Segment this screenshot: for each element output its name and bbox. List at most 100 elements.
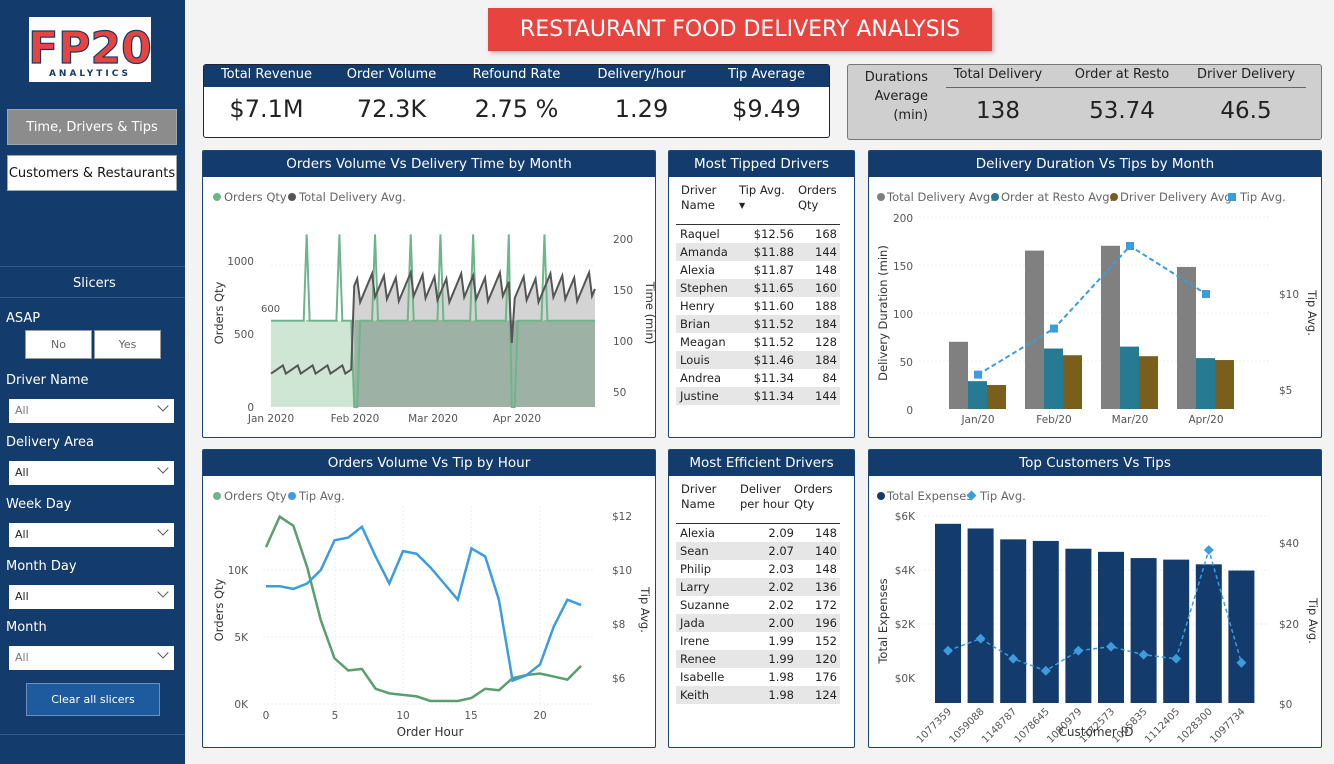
table-row[interactable]: Philip 2.03 148 bbox=[676, 560, 840, 578]
bar bbox=[1163, 559, 1190, 703]
table-row[interactable]: Alexia 2.09 148 bbox=[676, 524, 840, 542]
logo-subtext: ANALYTICS bbox=[49, 69, 131, 79]
bar bbox=[968, 381, 987, 409]
table-cell: Larry bbox=[680, 580, 710, 594]
header-driver-name[interactable]: Driver Name bbox=[681, 482, 716, 512]
driver-name-value: All bbox=[15, 404, 29, 417]
table-row[interactable]: Jada 2.00 196 bbox=[676, 614, 840, 632]
y2-tick: 150 bbox=[613, 285, 633, 297]
table-row[interactable]: Meagan $11.52 128 bbox=[676, 333, 840, 351]
reference-line-label: 600 bbox=[261, 304, 280, 315]
kpi-order-volume-value: 72.3K bbox=[356, 95, 427, 123]
tip-avg-point bbox=[1203, 545, 1214, 555]
orders-vs-tip-by-hour-card: Orders Volume Vs Tip by Hour Orders Qty … bbox=[202, 449, 656, 748]
y-tick: $6K bbox=[895, 511, 916, 523]
nav-customers-restaurants-button[interactable]: Customers & Restaurants bbox=[7, 155, 177, 191]
y-tick: 200 bbox=[893, 213, 913, 225]
table-cell: 184 bbox=[815, 353, 837, 367]
table-cell: Keith bbox=[680, 688, 710, 702]
legend-label: Total Expenses bbox=[886, 489, 972, 503]
table-row[interactable]: Isabelle 1.98 176 bbox=[676, 668, 840, 686]
table-row[interactable]: Keith 1.98 124 bbox=[676, 686, 840, 704]
table-cell: Brian bbox=[680, 317, 711, 331]
divider bbox=[0, 734, 185, 735]
table-row[interactable]: Andrea $11.34 84 bbox=[676, 369, 840, 387]
asap-no-button[interactable]: No bbox=[25, 330, 92, 359]
week-day-label: Week Day bbox=[6, 497, 72, 512]
top-customers-vs-tips-card: Top Customers Vs Tips Total Expenses Tip… bbox=[868, 449, 1322, 748]
y-tick: $0K bbox=[895, 673, 916, 685]
table-cell: 168 bbox=[815, 227, 837, 241]
header-orders-qty[interactable]: Orders Qty bbox=[798, 183, 837, 213]
month-value: All bbox=[15, 651, 29, 664]
kpi-refund-rate-value: 2.75 % bbox=[474, 95, 559, 123]
table-cell: 140 bbox=[815, 544, 837, 558]
table-cell: 84 bbox=[822, 371, 837, 385]
durations-panel: Durations Average (min) Total Delivery O… bbox=[847, 64, 1322, 140]
table-cell: Louis bbox=[680, 353, 710, 367]
kpi-label: Tip Average bbox=[728, 67, 805, 82]
table-cell: 144 bbox=[815, 389, 837, 403]
week-day-dropdown[interactable]: All bbox=[9, 523, 174, 547]
kpi-label: Total Revenue bbox=[220, 67, 313, 82]
bar bbox=[1101, 245, 1120, 409]
nav-time-drivers-tips-button[interactable]: Time, Drivers & Tips bbox=[7, 109, 177, 145]
divider bbox=[946, 87, 1306, 88]
bar bbox=[987, 385, 1006, 409]
header-orders-qty[interactable]: Orders Qty bbox=[794, 482, 833, 512]
y2-tick: $20 bbox=[1279, 619, 1299, 631]
y2-tick: $10 bbox=[1279, 289, 1299, 301]
header-deliver-per-hour[interactable]: Deliver per hour bbox=[740, 482, 789, 512]
table-cell: 1.98 bbox=[768, 670, 794, 684]
table-row[interactable]: Louis $11.46 184 bbox=[676, 351, 840, 369]
table-row[interactable]: Larry 2.02 136 bbox=[676, 578, 840, 596]
legend-marker bbox=[1110, 193, 1118, 201]
table-row[interactable]: Irene 1.99 152 bbox=[676, 632, 840, 650]
asap-yes-button[interactable]: Yes bbox=[94, 330, 161, 359]
y-tick: 0 bbox=[906, 405, 913, 417]
bar bbox=[935, 523, 961, 703]
month-day-dropdown[interactable]: All bbox=[9, 585, 174, 609]
most-tipped-drivers-table: Driver Name Tip Avg. ▼ Orders Qty Raquel $12… bbox=[676, 183, 840, 405]
driver-name-dropdown[interactable]: All bbox=[9, 399, 174, 423]
table-row[interactable]: Stephen $11.65 160 bbox=[676, 279, 840, 297]
y2-tick: 200 bbox=[613, 234, 633, 246]
table-row[interactable]: Renee 1.99 120 bbox=[676, 650, 840, 668]
asap-label: ASAP bbox=[6, 311, 41, 326]
most-tipped-drivers-card: Most Tipped Drivers Driver Name Tip Avg. ▼… bbox=[668, 150, 855, 438]
legend-marker bbox=[288, 492, 296, 500]
durations-label-line: Average bbox=[874, 89, 928, 104]
table-cell: 128 bbox=[815, 335, 837, 349]
y-tick: 5K bbox=[234, 632, 249, 644]
table-row[interactable]: Raquel $12.56 168 bbox=[676, 225, 840, 243]
y-axis-label: Orders Qty bbox=[212, 578, 226, 641]
header-driver-name[interactable]: Driver Name bbox=[681, 183, 716, 213]
legend-marker bbox=[991, 193, 999, 201]
month-dropdown[interactable]: All bbox=[9, 646, 174, 670]
delivery-area-dropdown[interactable]: All bbox=[9, 461, 174, 485]
y2-tick: $5 bbox=[1279, 385, 1292, 397]
table-row[interactable]: Alexia $11.87 148 bbox=[676, 261, 840, 279]
table-row[interactable]: Sean 2.07 140 bbox=[676, 542, 840, 560]
table-row[interactable]: Justine $11.34 144 bbox=[676, 387, 840, 405]
y-tick: 10K bbox=[228, 565, 249, 577]
legend-label: Total Delivery Avg. bbox=[298, 190, 406, 204]
table-cell: 2.00 bbox=[768, 616, 794, 630]
clear-all-slicers-button[interactable]: Clear all slicers bbox=[26, 683, 160, 716]
kpi-tip-average-value: $9.49 bbox=[732, 95, 801, 123]
header-tip-avg[interactable]: Tip Avg. ▼ bbox=[739, 183, 785, 213]
table-cell: $11.65 bbox=[753, 281, 794, 295]
chart-title: Orders Volume Vs Delivery Time by Month bbox=[203, 151, 655, 177]
logo-graphic: FP20 FP20 ANALYTICS bbox=[28, 22, 153, 79]
table-row[interactable]: Brian $11.52 184 bbox=[676, 315, 840, 333]
table-row[interactable]: Amanda $11.88 144 bbox=[676, 243, 840, 261]
chart-title: Orders Volume Vs Tip by Hour bbox=[203, 450, 655, 476]
kpi-delivery-per-hour-value: 1.29 bbox=[614, 95, 669, 123]
y-tick: $2K bbox=[895, 619, 916, 631]
company-logo: FP20 FP20 ANALYTICS bbox=[28, 17, 153, 82]
tip-avg-line bbox=[266, 524, 582, 683]
legend-marker bbox=[213, 193, 221, 201]
table-row[interactable]: Suzanne 2.02 172 bbox=[676, 596, 840, 614]
table-row[interactable]: Henry $11.60 188 bbox=[676, 297, 840, 315]
table-title: Most Efficient Drivers bbox=[669, 450, 854, 476]
